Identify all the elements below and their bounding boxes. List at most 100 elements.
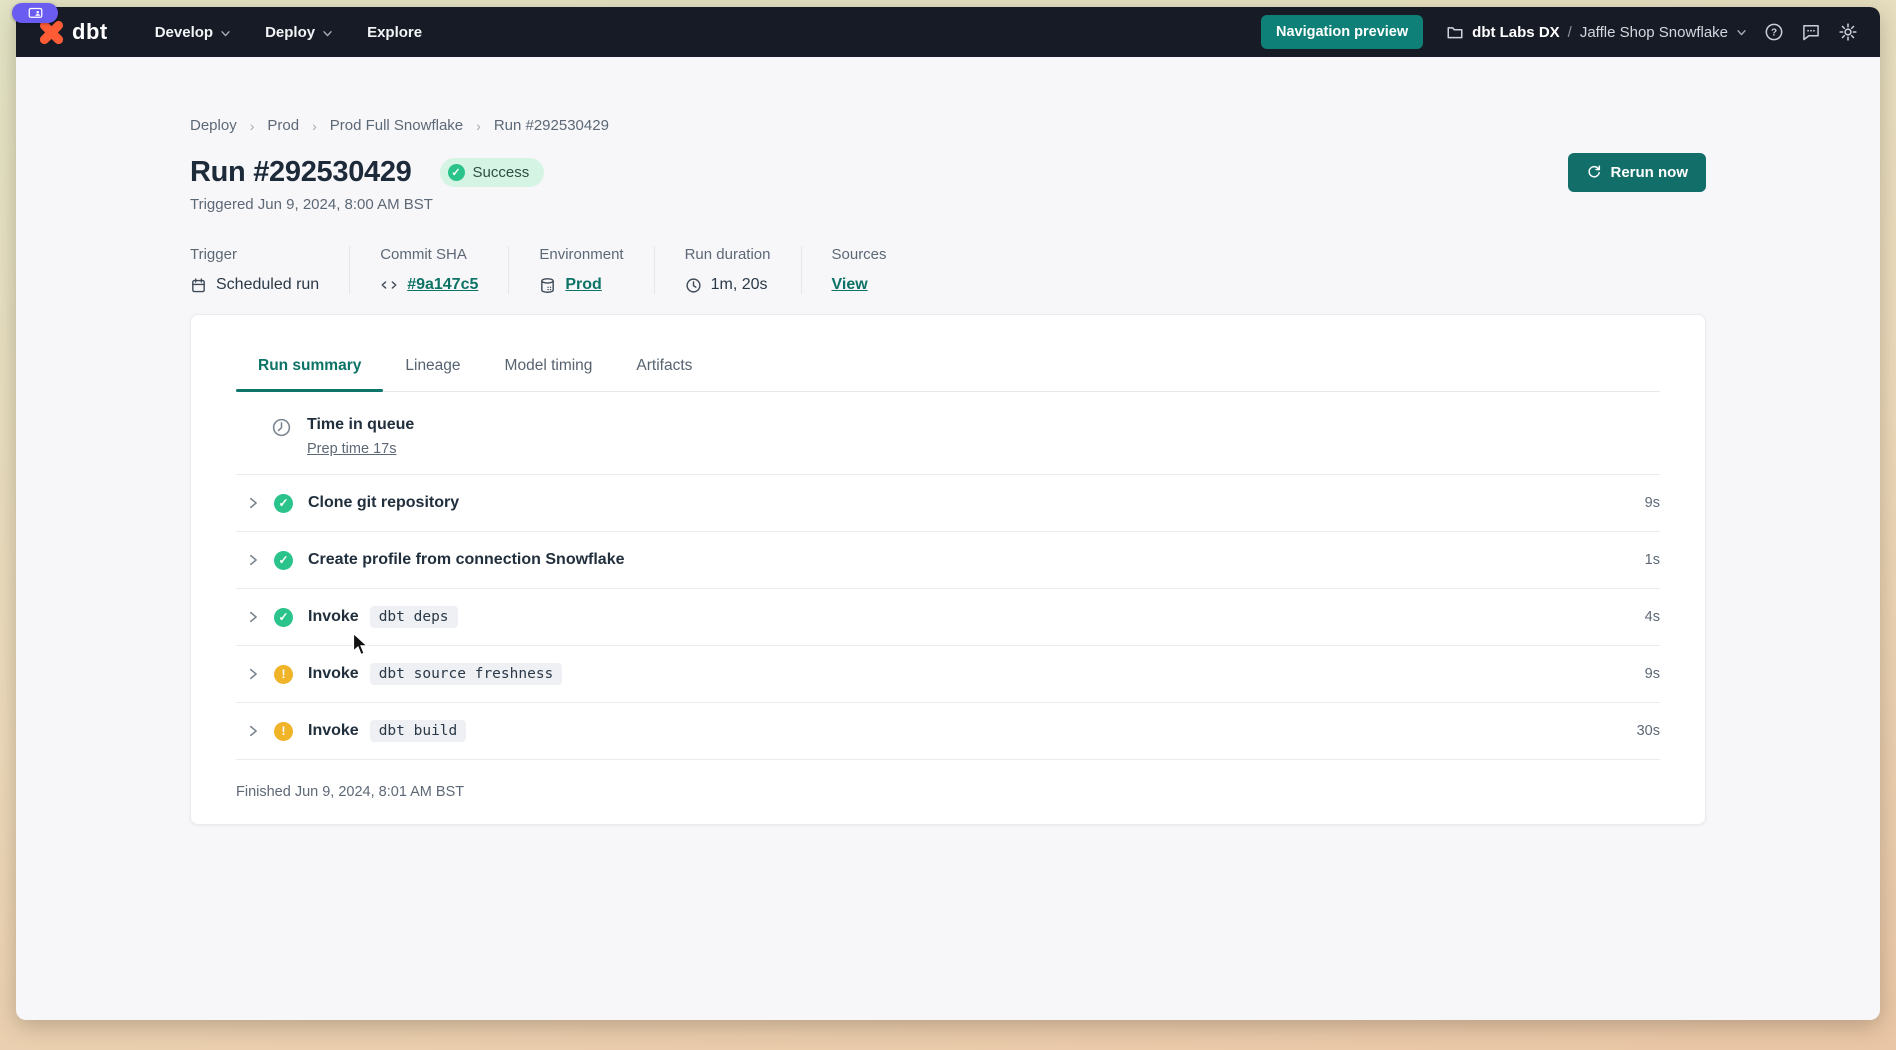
status-icon [274, 551, 293, 570]
chevron-right-icon[interactable] [246, 496, 260, 510]
page-title: Run #292530429 [190, 156, 412, 189]
step-duration: 9s [1645, 666, 1660, 682]
status-icon [274, 608, 293, 627]
screen-share-icon [28, 7, 43, 20]
run-step-row[interactable]: Clone git repository 9s [236, 474, 1660, 531]
meta-environment: Environment Prod [539, 246, 654, 294]
sources-view-link[interactable]: View [832, 276, 868, 294]
folder-icon [1446, 23, 1464, 41]
nav-item-label: Develop [155, 24, 213, 41]
feedback-icon[interactable] [1801, 22, 1821, 42]
nav-item-label: Explore [367, 24, 422, 41]
breadcrumb-separator-icon: › [250, 118, 255, 134]
meta-label: Run duration [685, 246, 771, 263]
meta-trigger: Trigger Scheduled run [190, 246, 350, 294]
nav-item-deploy[interactable]: Deploy [248, 14, 350, 51]
rerun-now-button[interactable]: Rerun now [1568, 153, 1707, 192]
step-command-chip: dbt deps [370, 606, 458, 628]
chevron-down-icon [322, 28, 333, 39]
step-duration: 30s [1637, 723, 1660, 739]
status-badge: Success [440, 158, 545, 187]
step-label: Invoke [308, 665, 359, 683]
project-name: Jaffle Shop Snowflake [1580, 24, 1728, 41]
step-duration: 9s [1645, 495, 1660, 511]
browser-viewport: dbt Develop Deploy Explore Navigation pr… [16, 7, 1880, 1020]
triggered-timestamp: Triggered Jun 9, 2024, 8:00 AM BST [190, 196, 1706, 213]
time-in-queue-title: Time in queue [307, 416, 414, 434]
calendar-icon [190, 277, 207, 294]
refresh-icon [1586, 164, 1602, 180]
code-icon [380, 276, 398, 294]
project-switcher[interactable]: dbt Labs DX / Jaffle Shop Snowflake [1446, 23, 1747, 41]
breadcrumb-job[interactable]: Prod Full Snowflake [330, 117, 463, 134]
run-tabs: Run summary Lineage Model timing Artifac… [236, 337, 1660, 392]
check-circle-icon [448, 164, 465, 181]
meta-label: Sources [832, 246, 887, 263]
commit-sha-link[interactable]: #9a147c5 [407, 276, 478, 294]
nav-item-develop[interactable]: Develop [138, 14, 248, 51]
meta-value: #9a147c5 [380, 276, 478, 294]
path-separator: / [1568, 24, 1572, 41]
tab-run-summary[interactable]: Run summary [236, 337, 383, 391]
nav-right-cluster: Navigation preview dbt Labs DX / Jaffle … [1261, 15, 1858, 49]
status-icon [274, 722, 293, 741]
nav-item-explore[interactable]: Explore [350, 14, 439, 51]
run-step-row[interactable]: Invoke dbt deps 4s [236, 588, 1660, 645]
run-meta-row: Trigger Scheduled run Commit SHA #9a147c… [190, 246, 1706, 294]
meta-run-duration: Run duration 1m, 20s [685, 246, 802, 294]
meta-label: Environment [539, 246, 623, 263]
run-step-row[interactable]: Invoke dbt source freshness 9s [236, 645, 1660, 702]
recording-indicator-badge[interactable] [12, 3, 58, 23]
prep-time-link[interactable]: Prep time 17s [307, 441, 396, 457]
settings-gear-icon[interactable] [1838, 22, 1858, 42]
navigation-preview-button[interactable]: Navigation preview [1261, 15, 1423, 49]
step-command-chip: dbt source freshness [370, 663, 563, 685]
run-duration-value: 1m, 20s [711, 276, 768, 294]
title-row: Run #292530429 Success Rerun now [190, 150, 1706, 194]
chevron-right-icon[interactable] [246, 610, 260, 624]
top-navigation-bar: dbt Develop Deploy Explore Navigation pr… [16, 7, 1880, 57]
chevron-right-icon[interactable] [246, 724, 260, 738]
chevron-down-icon [220, 28, 231, 39]
trigger-value: Scheduled run [216, 276, 319, 294]
nav-item-label: Deploy [265, 24, 315, 41]
database-icon [539, 277, 556, 294]
chevron-down-icon [1736, 27, 1747, 38]
breadcrumb-prod[interactable]: Prod [267, 117, 299, 134]
tab-artifacts[interactable]: Artifacts [614, 337, 714, 391]
clock-icon [271, 417, 292, 438]
dbt-logo-text: dbt [72, 19, 108, 45]
chevron-right-icon[interactable] [246, 553, 260, 567]
status-icon [274, 665, 293, 684]
page-content: Deploy › Prod › Prod Full Snowflake › Ru… [16, 117, 1880, 825]
help-icon[interactable]: ? [1764, 22, 1784, 42]
step-duration: 4s [1645, 609, 1660, 625]
meta-value: Scheduled run [190, 276, 319, 294]
run-step-row[interactable]: Invoke dbt build 30s [236, 702, 1660, 759]
step-label: Invoke [308, 722, 359, 740]
breadcrumb: Deploy › Prod › Prod Full Snowflake › Ru… [190, 117, 1706, 134]
account-name: dbt Labs DX [1472, 24, 1560, 41]
svg-text:?: ? [1771, 28, 1777, 39]
breadcrumb-current-run: Run #292530429 [494, 117, 609, 134]
meta-sources: Sources View [832, 246, 917, 294]
meta-value: Prod [539, 276, 623, 294]
main-nav: Develop Deploy Explore [138, 14, 439, 51]
step-label: Create profile from connection Snowflake [308, 551, 625, 569]
step-label: Invoke [308, 608, 359, 626]
clock-icon [685, 277, 702, 294]
breadcrumb-deploy[interactable]: Deploy [190, 117, 237, 134]
breadcrumb-separator-icon: › [312, 118, 317, 134]
tab-model-timing[interactable]: Model timing [483, 337, 615, 391]
step-label: Clone git repository [308, 494, 459, 512]
breadcrumb-separator-icon: › [476, 118, 481, 134]
chevron-right-icon[interactable] [246, 667, 260, 681]
environment-link[interactable]: Prod [565, 276, 601, 294]
step-duration: 1s [1645, 552, 1660, 568]
time-in-queue-row: Time in queue Prep time 17s [236, 392, 1660, 474]
run-step-row[interactable]: Create profile from connection Snowflake… [236, 531, 1660, 588]
meta-value: View [832, 276, 887, 294]
meta-label: Commit SHA [380, 246, 478, 263]
tab-lineage[interactable]: Lineage [383, 337, 482, 391]
meta-label: Trigger [190, 246, 319, 263]
